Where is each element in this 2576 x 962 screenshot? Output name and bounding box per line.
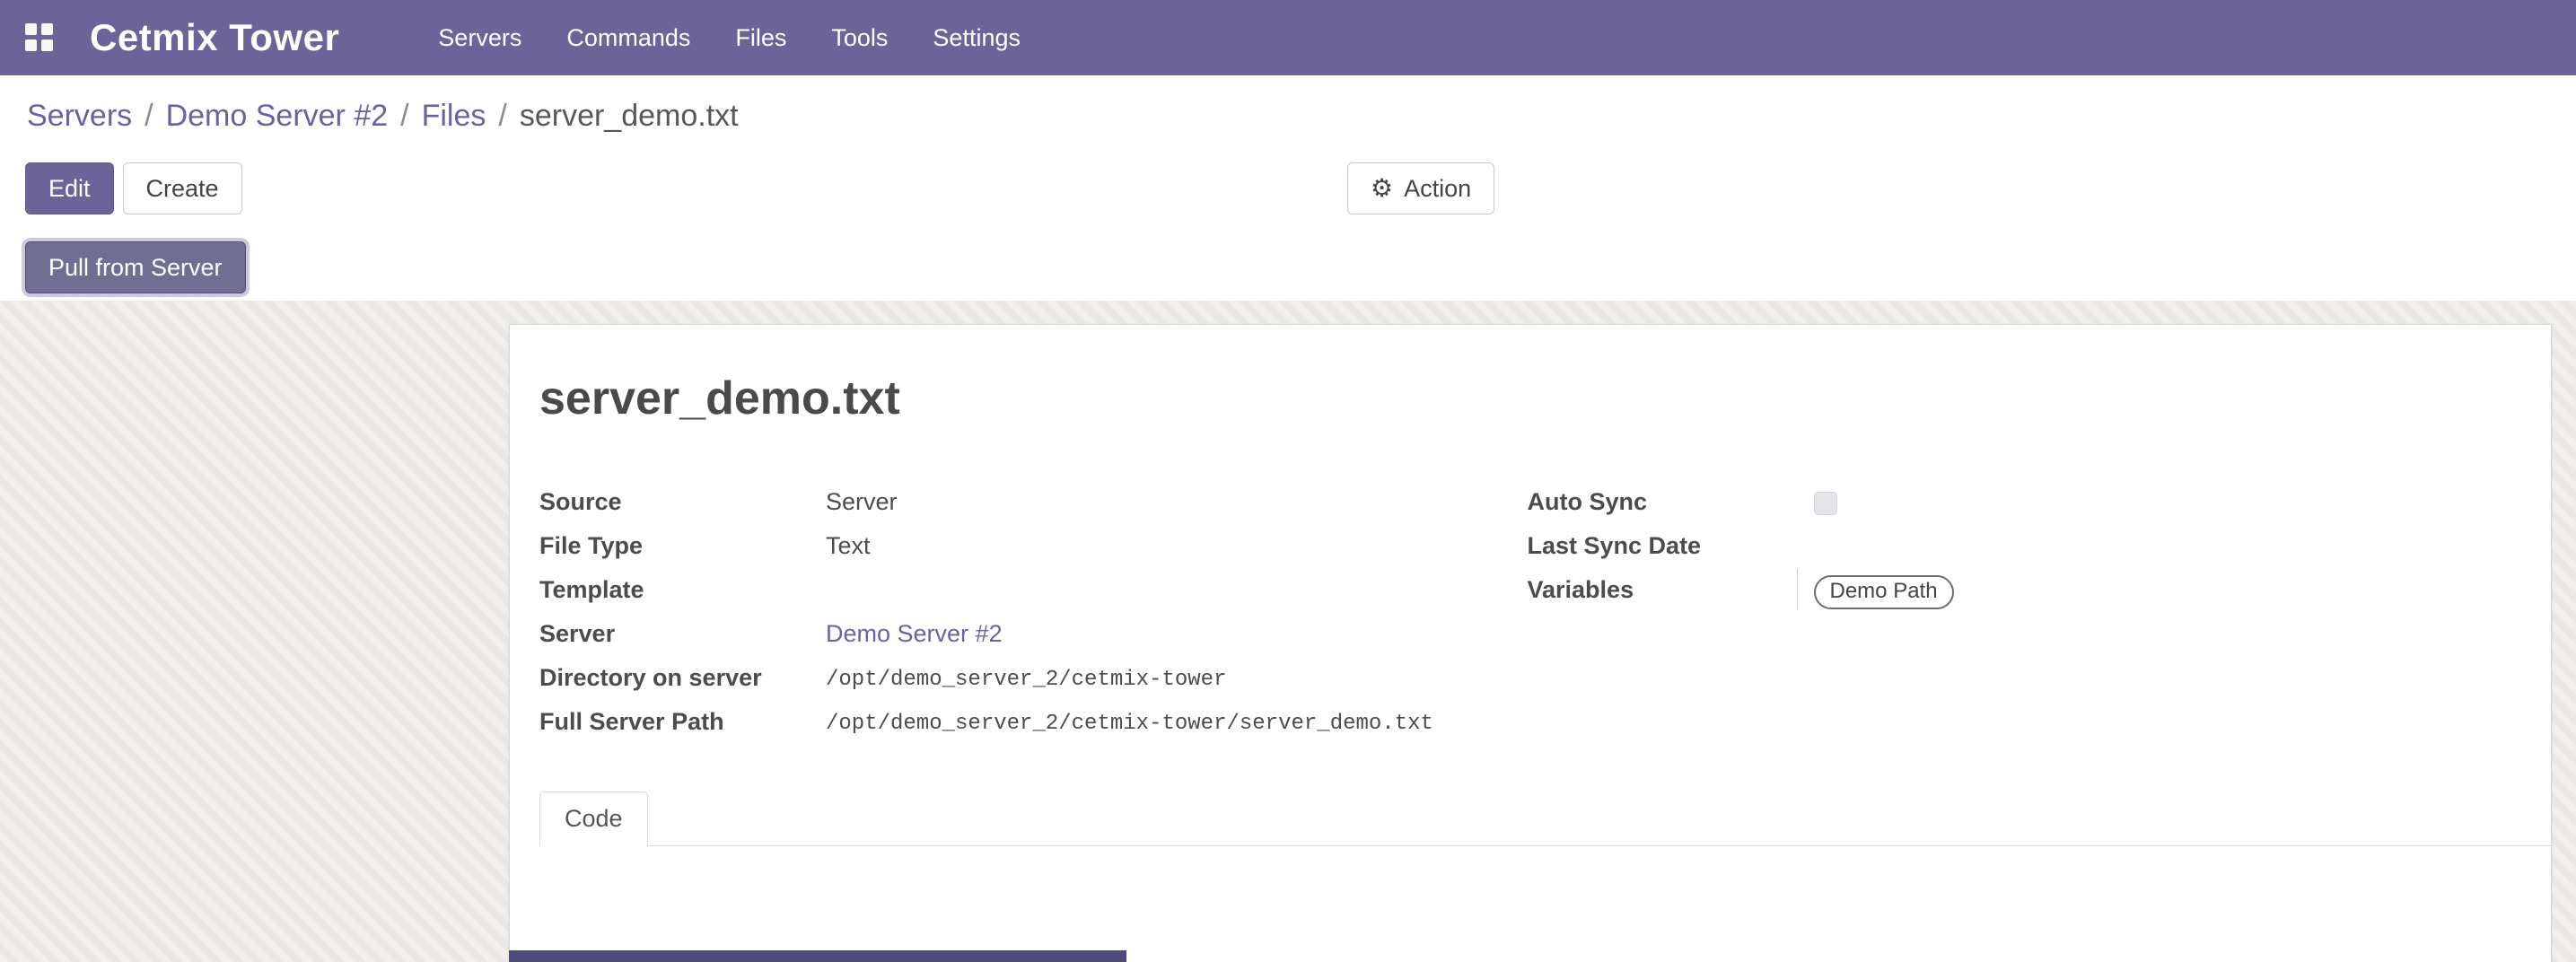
field-row-directory-on-server: Directory on server/opt/demo_server_2/ce… [539, 657, 1528, 701]
field-row-full-server-path: Full Server Path/opt/demo_server_2/cetmi… [539, 701, 1528, 745]
tab-code[interactable]: Code [539, 791, 648, 846]
app-brand-title: Cetmix Tower [90, 16, 339, 59]
field-value-full-server-path: /opt/demo_server_2/cetmix-tower/server_d… [826, 701, 1433, 739]
action-menu-label: Action [1404, 174, 1471, 203]
code-editor-strip [509, 950, 1126, 962]
breadcrumb-link-demo-server-2[interactable]: Demo Server #2 [166, 99, 389, 133]
menu-item-commands[interactable]: Commands [547, 13, 710, 63]
breadcrumb-link-servers[interactable]: Servers [27, 99, 132, 133]
field-row-server: ServerDemo Server #2 [539, 613, 1528, 657]
breadcrumb-current: server_demo.txt [520, 99, 739, 133]
breadcrumb: Servers / Demo Server #2 / Files / server_demo… [27, 99, 739, 134]
menu-item-settings[interactable]: Settings [913, 13, 1040, 63]
breadcrumb-separator: / [498, 99, 506, 133]
variable-tag-demo-path: Demo Path [1814, 575, 1954, 609]
menu-item-tools[interactable]: Tools [811, 13, 907, 63]
field-label-template: Template [539, 569, 826, 605]
auto-sync-checkbox[interactable] [1814, 492, 1837, 515]
record-title: server_demo.txt [539, 372, 2515, 425]
edit-button[interactable]: Edit [25, 162, 114, 214]
field-column-right: Auto Sync Last Sync Date VariablesDemo Pat… [1528, 481, 2516, 745]
field-label-directory-on-server: Directory on server [539, 657, 826, 693]
breadcrumb-link-files[interactable]: Files [422, 99, 486, 133]
field-row-auto-sync: Auto Sync [1528, 481, 2516, 525]
pull-from-server-button[interactable]: Pull from Server [25, 241, 246, 293]
field-column-left: SourceServerFile TypeTextTemplateServerD… [539, 481, 1528, 745]
field-value-variables: Demo Path [1797, 569, 1954, 609]
top-navbar: Cetmix Tower ServersCommandsFilesToolsSe… [0, 0, 2576, 75]
field-row-variables: VariablesDemo Path [1528, 569, 2516, 613]
breadcrumb-separator: / [400, 99, 408, 133]
field-value-file-type: Text [826, 525, 871, 561]
form-buttons: Edit Create [25, 162, 242, 214]
field-value-source: Server [826, 481, 898, 517]
action-menu-wrap: ⚙ Action [1347, 162, 1494, 214]
field-value-server: Demo Server #2 [826, 613, 1003, 649]
gear-icon: ⚙ [1371, 175, 1393, 202]
field-label-source: Source [539, 481, 826, 517]
field-row-template: Template [539, 569, 1528, 613]
breadcrumb-separator: / [145, 99, 153, 133]
field-row-last-sync-date: Last Sync Date [1528, 525, 2516, 569]
field-label-auto-sync: Auto Sync [1528, 481, 1814, 517]
object-buttons-row: Pull from Server [25, 241, 246, 293]
field-link-demo-server-2[interactable]: Demo Server #2 [826, 620, 1003, 647]
field-value-directory-on-server: /opt/demo_server_2/cetmix-tower [826, 657, 1226, 695]
control-panel: Servers / Demo Server #2 / Files / server_demo… [0, 75, 2576, 301]
menu-item-servers[interactable]: Servers [418, 13, 541, 63]
action-menu-button[interactable]: ⚙ Action [1347, 162, 1494, 214]
form-view-background: server_demo.txt SourceServerFile TypeTex… [0, 301, 2576, 962]
menu-item-files[interactable]: Files [715, 13, 806, 63]
field-label-last-sync-date: Last Sync Date [1528, 525, 1814, 561]
apps-grid-icon[interactable] [25, 23, 54, 52]
field-label-file-type: File Type [539, 525, 826, 561]
field-row-source: SourceServer [539, 481, 1528, 525]
form-sheet: server_demo.txt SourceServerFile TypeTex… [509, 324, 2552, 962]
field-row-file-type: File TypeText [539, 525, 1528, 569]
field-label-full-server-path: Full Server Path [539, 701, 826, 737]
top-menu: ServersCommandsFilesToolsSettings [418, 13, 1040, 63]
field-value-auto-sync [1814, 481, 1837, 517]
field-label-server: Server [539, 613, 826, 649]
notebook-tabs: Code [539, 791, 2551, 846]
field-grid: SourceServerFile TypeTextTemplateServerD… [539, 481, 2515, 745]
create-button[interactable]: Create [123, 162, 242, 214]
field-label-variables: Variables [1528, 569, 1814, 605]
